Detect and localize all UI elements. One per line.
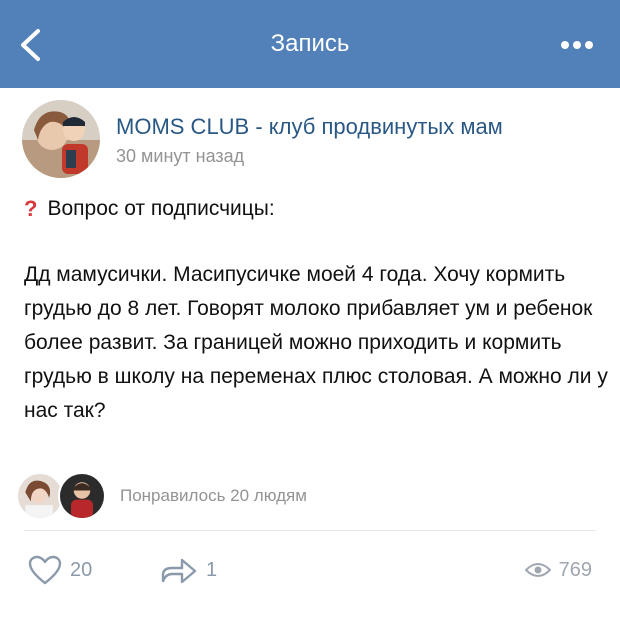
post-timestamp: 30 минут назад [116, 146, 245, 166]
share-button[interactable]: 1 [160, 552, 217, 588]
share-arrow-icon [161, 558, 197, 584]
group-avatar[interactable] [22, 100, 100, 178]
eye-icon [524, 563, 551, 577]
share-count: 1 [206, 558, 218, 581]
action-bar: 20 1 769 [0, 548, 620, 592]
views-counter: 769 [524, 552, 592, 588]
liker-avatar[interactable] [16, 472, 64, 520]
group-name-link[interactable]: MOMS CLUB - клуб продвинутых мам [116, 114, 503, 140]
post-body-text: Дд мамусички. Масипусичке моей 4 года. Х… [24, 263, 608, 422]
liker-avatar[interactable] [58, 472, 106, 520]
likers-row: Понравилось 20 людям [16, 470, 606, 520]
post-header: MOMS CLUB - клуб продвинутых мам 30 мину… [22, 100, 602, 180]
heart-icon [28, 555, 62, 585]
chevron-left-icon[interactable] [16, 28, 46, 62]
question-heading: ? Вопрос от подписчицы: [24, 196, 275, 222]
like-button[interactable]: 20 [28, 552, 92, 588]
views-count: 769 [558, 558, 592, 581]
top-navbar: Запись [0, 0, 620, 88]
liked-by-text[interactable]: Понравилось 20 людям [120, 486, 307, 506]
question-mark-icon: ? [24, 196, 38, 221]
question-heading-text: Вопрос от подписчицы: [47, 197, 275, 220]
ellipsis-icon[interactable] [560, 40, 594, 50]
divider [24, 530, 596, 531]
page-title: Запись [270, 30, 350, 57]
like-count: 20 [70, 558, 93, 581]
